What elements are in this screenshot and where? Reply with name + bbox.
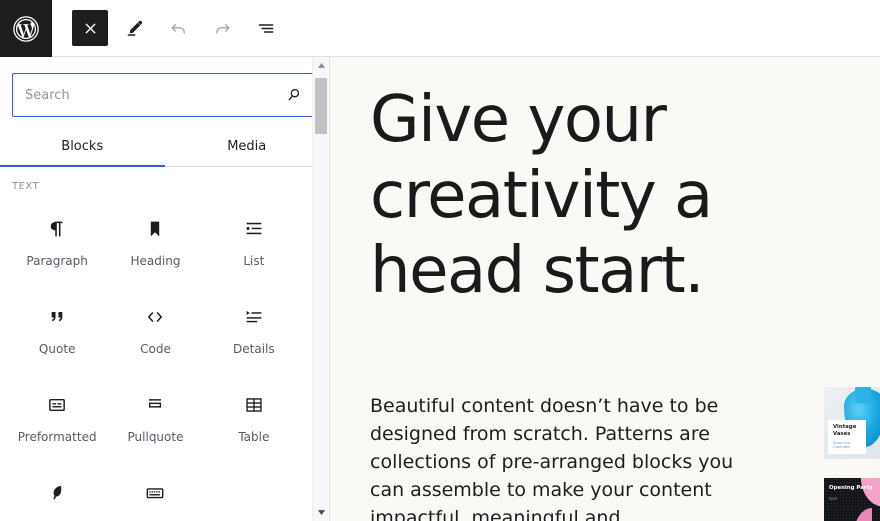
block-item-quote[interactable]: Quote [8, 288, 106, 376]
tab-blocks-label: Blocks [61, 139, 104, 155]
pattern-card-label: Vintage Vases Shop the Calendar [828, 419, 866, 454]
post-title[interactable]: Give your creativity a head start. [370, 83, 790, 310]
block-item-preformatted[interactable]: Preformatted [8, 376, 106, 464]
block-item-code[interactable]: Code [106, 288, 204, 376]
table-grid-icon [243, 390, 265, 420]
block-label-paragraph: Paragraph [26, 254, 88, 269]
block-label-heading: Heading [130, 254, 181, 269]
tab-blocks[interactable]: Blocks [0, 127, 165, 168]
block-label-preformatted: Preformatted [17, 430, 97, 445]
tab-media[interactable]: Media [165, 127, 330, 166]
block-item-custom-html[interactable] [106, 464, 204, 521]
scroll-up-arrow-icon[interactable] [313, 57, 330, 74]
block-item-details[interactable]: Details [205, 288, 303, 376]
block-item-list[interactable]: List [205, 200, 303, 288]
block-label-list: List [243, 254, 265, 269]
block-label-code: Code [140, 342, 171, 357]
block-label-quote: Quote [38, 342, 76, 357]
paragraph-pilcrow-icon [46, 214, 68, 244]
post-paragraph[interactable]: Beautiful content doesn’t have to be des… [370, 392, 740, 521]
search-icon[interactable] [278, 74, 310, 116]
block-category-label: TEXT [12, 181, 40, 193]
inserter-scrollbar[interactable] [312, 57, 329, 521]
list-view-icon [256, 18, 277, 39]
wordpress-block-editor: Blocks Media TEXT Paragraph [0, 0, 880, 521]
redo-button[interactable] [204, 10, 240, 46]
block-item-placeholder[interactable] [205, 464, 303, 521]
quote-marks-icon [46, 302, 68, 332]
block-label-details: Details [233, 342, 275, 357]
close-x-icon [82, 20, 99, 37]
pattern-card-strip: Vintage Vases Shop the Calendar Opening … [824, 387, 880, 521]
pattern-card-subtitle: Shop the Calendar [833, 441, 851, 449]
editor-top-bar [0, 0, 880, 57]
editor-body: Blocks Media TEXT Paragraph [0, 57, 880, 521]
scrollbar-thumb[interactable] [315, 78, 327, 134]
editor-canvas[interactable]: Give your creativity a head start. Beaut… [330, 57, 880, 521]
wordpress-logo-icon [12, 15, 40, 43]
preformatted-icon [46, 390, 68, 420]
inserter-tabs: Blocks Media [0, 127, 330, 168]
block-item-verse[interactable] [8, 464, 106, 521]
block-grid: Paragraph Heading List Quote Code Detail… [0, 200, 311, 521]
pattern-card-vintage-vases[interactable]: Vintage Vases Shop the Calendar [824, 387, 880, 459]
block-item-pullquote[interactable]: Pullquote [106, 376, 204, 464]
list-icon [243, 214, 265, 244]
wordpress-logo-button[interactable] [0, 0, 52, 57]
tab-media-label: Media [227, 139, 267, 155]
party-card-subtitle: RSVP [829, 496, 838, 501]
vase-neck-shape [855, 387, 871, 403]
document-overview-button[interactable] [248, 10, 284, 46]
close-inserter-button[interactable] [72, 10, 108, 46]
search-container [0, 57, 329, 117]
heading-bookmark-icon [144, 214, 166, 244]
pencil-icon [124, 18, 145, 39]
code-brackets-icon [144, 302, 166, 332]
block-item-heading[interactable]: Heading [106, 200, 204, 288]
search-field[interactable] [12, 73, 317, 117]
block-label-pullquote: Pullquote [127, 430, 184, 445]
top-bar-tool-group [52, 0, 284, 56]
block-list-scroll-area: TEXT Paragraph Heading List Quote Code D… [0, 167, 329, 521]
search-input[interactable] [13, 74, 316, 116]
custom-html-keyboard-icon [144, 478, 166, 508]
verse-quill-icon [46, 478, 68, 508]
block-inserter-panel: Blocks Media TEXT Paragraph [0, 57, 330, 521]
redo-arrow-icon [212, 18, 233, 39]
block-item-table[interactable]: Table [205, 376, 303, 464]
party-card-title: Opening Party [829, 485, 873, 491]
party-card-label: Opening Party RSVP [829, 485, 873, 501]
pattern-card-title: Vintage Vases [833, 423, 857, 437]
scroll-down-arrow-icon[interactable] [313, 504, 330, 521]
pattern-card-opening-party[interactable]: Opening Party RSVP [824, 478, 880, 521]
undo-button[interactable] [160, 10, 196, 46]
block-item-paragraph[interactable]: Paragraph [8, 200, 106, 288]
details-disclosure-icon [243, 302, 265, 332]
scrollbar-track[interactable] [313, 74, 329, 504]
block-label-table: Table [238, 430, 270, 445]
edit-mode-button[interactable] [116, 10, 152, 46]
undo-arrow-icon [168, 18, 189, 39]
pullquote-icon [144, 390, 166, 420]
